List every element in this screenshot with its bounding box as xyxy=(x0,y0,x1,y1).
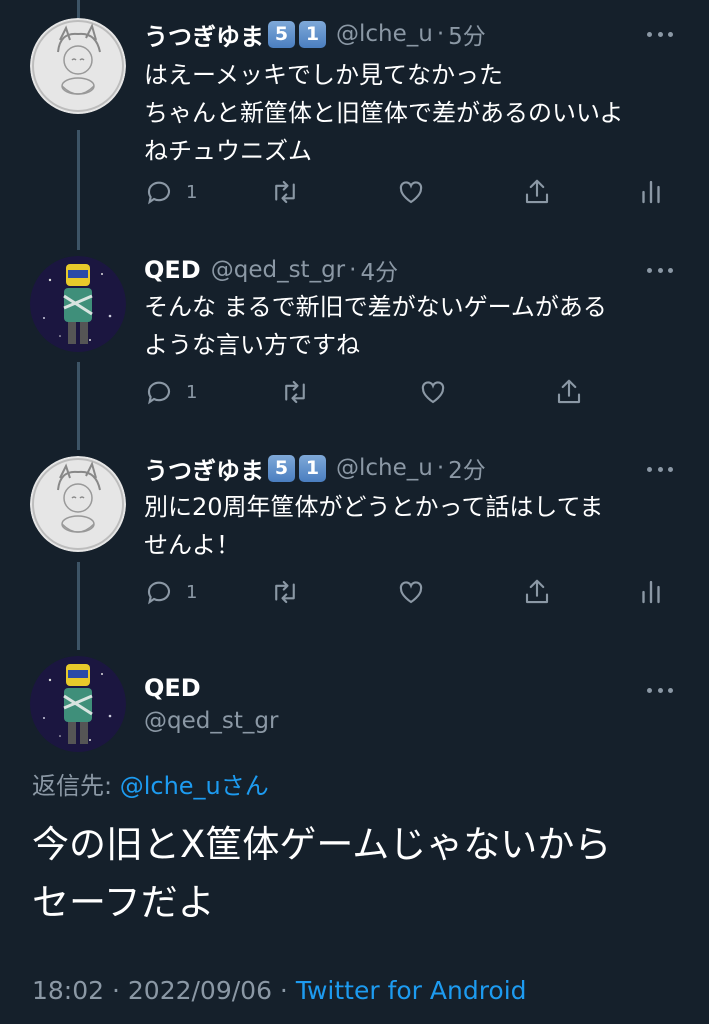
tweet-header: うつぎゆま 5 1 @lche_u · 5分 xyxy=(144,17,486,52)
retweet-icon xyxy=(275,180,295,204)
like-button[interactable] xyxy=(396,177,426,207)
like-icon xyxy=(421,381,445,404)
retweet-button[interactable] xyxy=(270,577,300,607)
share-button[interactable] xyxy=(522,177,552,207)
handle[interactable]: @qed_st_gr xyxy=(211,257,345,283)
like-button[interactable] xyxy=(418,377,448,407)
tweet-actions: 1 xyxy=(144,377,604,409)
thread-line xyxy=(77,0,80,18)
tweet-header: うつぎゆま 5 1 @lche_u · 2分 xyxy=(144,451,486,486)
share-icon xyxy=(525,579,549,604)
handle[interactable]: @qed_st_gr xyxy=(144,708,278,734)
reply-to: 返信先: @lche_uさん xyxy=(32,766,269,801)
share-button[interactable] xyxy=(522,577,552,607)
retweet-icon xyxy=(285,380,305,404)
like-icon xyxy=(399,181,423,204)
reply-button[interactable]: 1 xyxy=(144,177,197,207)
separator-dot: · xyxy=(436,455,445,481)
share-icon xyxy=(557,379,581,404)
thread-line xyxy=(77,130,80,250)
tweet-header: QED @qed_st_gr · 4分 xyxy=(144,254,398,286)
more-icon[interactable] xyxy=(647,686,673,694)
analytics-button[interactable] xyxy=(636,577,666,607)
reply-icon xyxy=(147,181,171,205)
reply-button[interactable]: 1 xyxy=(144,377,197,407)
tweet-text: そんな まるで新旧で差がないゲームがある ような言い方ですね xyxy=(144,293,607,359)
reply-suffix: さん xyxy=(220,772,269,800)
avatar[interactable] xyxy=(30,18,126,114)
avatar[interactable] xyxy=(30,456,126,552)
reply-button[interactable]: 1 xyxy=(144,577,197,607)
timestamp[interactable]: 5分 xyxy=(448,17,486,51)
reply-count: 1 xyxy=(186,381,198,403)
avatar[interactable] xyxy=(30,656,126,752)
tweet-actions: 1 xyxy=(144,177,664,209)
analytics-icon xyxy=(642,580,660,604)
badge-1: 1 xyxy=(299,454,326,482)
reply-icon xyxy=(147,381,171,405)
source-link[interactable]: Twitter for Android xyxy=(296,976,527,1005)
reply-count: 1 xyxy=(186,181,198,203)
more-icon[interactable] xyxy=(647,30,673,38)
badge-5: 5 xyxy=(268,454,295,482)
share-button[interactable] xyxy=(554,377,584,407)
analytics-button[interactable] xyxy=(636,177,666,207)
analytics-icon xyxy=(642,180,660,204)
avatar[interactable] xyxy=(30,256,126,352)
timestamp[interactable]: 4分 xyxy=(360,253,398,287)
tweet-text: はえーメッキでしか見てなかった ちゃんと新筐体と旧筐体で差があるのいいよ ねチュ… xyxy=(144,61,624,165)
timestamp[interactable]: 2分 xyxy=(448,451,486,485)
tweet-actions: 1 xyxy=(144,577,664,609)
badge-1: 1 xyxy=(299,20,326,48)
like-button[interactable] xyxy=(396,577,426,607)
more-icon[interactable] xyxy=(647,266,673,274)
thread-line xyxy=(77,362,80,450)
separator-dot: · xyxy=(436,21,445,47)
retweet-button[interactable] xyxy=(270,177,300,207)
more-icon[interactable] xyxy=(647,465,673,473)
handle[interactable]: @lche_u xyxy=(336,21,433,47)
reply-mention-link[interactable]: @lche_u xyxy=(120,772,221,800)
tweet-timestamp[interactable]: 18:02 · 2022/09/06 · xyxy=(32,976,296,1005)
separator-dot: · xyxy=(349,257,357,283)
tweet-meta: 18:02 · 2022/09/06 · Twitter for Android xyxy=(32,976,527,1005)
thread-line xyxy=(77,562,80,650)
reply-to-prefix: 返信先: xyxy=(32,772,120,800)
reply-count: 1 xyxy=(186,581,198,603)
display-name[interactable]: うつぎゆま xyxy=(144,451,264,486)
share-icon xyxy=(525,179,549,204)
handle[interactable]: @lche_u xyxy=(336,455,433,481)
display-name[interactable]: QED xyxy=(144,256,201,284)
display-name[interactable]: うつぎゆま xyxy=(144,17,264,52)
display-name[interactable]: QED xyxy=(144,674,201,702)
like-icon xyxy=(399,581,423,604)
retweet-button[interactable] xyxy=(280,377,310,407)
tweet-text: 別に20周年筐体がどうとかって話はしてま せんよ！ xyxy=(144,493,604,559)
retweet-icon xyxy=(275,580,295,604)
badge-5: 5 xyxy=(268,20,295,48)
main-tweet-text: 今の旧とX筐体ゲームじゃないから セーフだよ xyxy=(32,823,612,924)
reply-icon xyxy=(147,581,171,605)
